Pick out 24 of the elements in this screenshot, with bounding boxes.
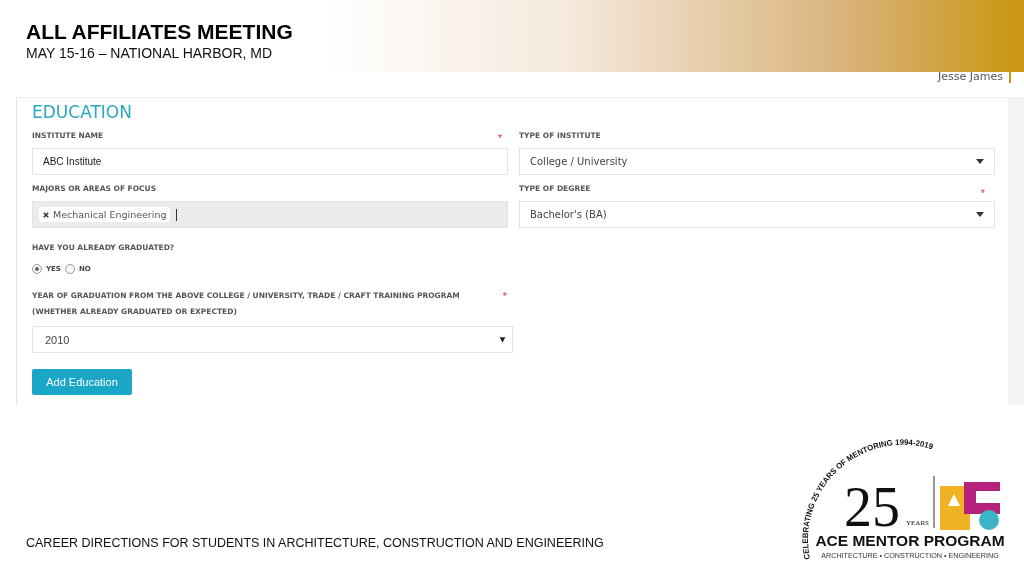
user-name[interactable]: Jesse James	[938, 71, 1011, 83]
tag-input-field[interactable]: Mechanical Engineering	[32, 201, 508, 228]
required-mark: *	[980, 187, 985, 201]
logo-name: ACE MENTOR PROGRAM	[815, 532, 1005, 549]
text-cursor	[176, 208, 178, 221]
text-field[interactable]: ABC Institute	[32, 148, 508, 175]
dropdown-field[interactable]: Bachelor's (BA)	[519, 201, 995, 228]
slide-title: ALL AFFILIATES MEETING	[26, 20, 294, 44]
radio-button[interactable]	[64, 264, 75, 274]
logo-icon	[940, 482, 1000, 530]
required-mark: *	[502, 290, 507, 304]
caret-icon	[976, 212, 984, 217]
slide-subtitle: MAY 15-16 – NATIONAL HARBOR, MD	[26, 44, 274, 62]
tag-label: Mechanical Engineering	[53, 209, 167, 220]
caret-icon	[499, 336, 506, 343]
section-title: EDUCATION	[32, 102, 133, 122]
slide-footer: CAREER DIRECTIONS FOR STUDENTS IN ARCHITECTURE, CONSTRUCTION AND ENGINEERING	[26, 536, 604, 550]
required-mark: *	[497, 132, 502, 146]
remove-icon[interactable]	[43, 211, 49, 218]
tag-chip[interactable]: Mechanical Engineering	[39, 207, 171, 222]
caret-icon	[976, 159, 984, 164]
dropdown-field[interactable]: College / University	[519, 148, 995, 175]
radio-button[interactable]	[32, 264, 42, 274]
dropdown-field[interactable]: 2010	[32, 326, 513, 353]
